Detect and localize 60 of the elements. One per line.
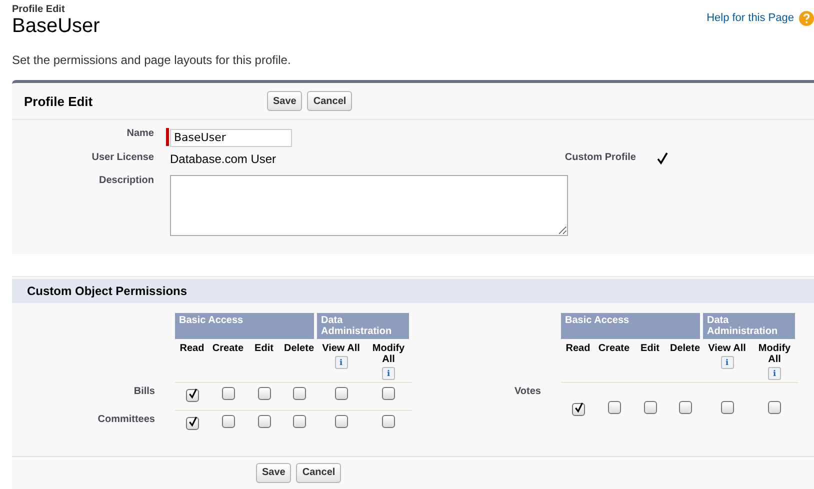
column-header: Delete <box>284 342 314 354</box>
column-header: Modify All <box>372 342 405 364</box>
section-heading: Custom Object Permissions <box>27 284 188 298</box>
checkbox[interactable] <box>768 400 781 414</box>
checkbox[interactable] <box>186 417 198 430</box>
field-label: Name <box>126 128 154 139</box>
info-icon[interactable]: i <box>382 366 395 380</box>
checkbox[interactable] <box>572 403 584 416</box>
checkbox[interactable] <box>258 414 270 428</box>
cancel-button[interactable]: Cancel <box>307 91 352 111</box>
column-header: Edit <box>254 342 274 354</box>
checkbox[interactable] <box>292 386 306 400</box>
column-header: View All <box>708 342 746 354</box>
object-name: Votes <box>514 384 542 398</box>
info-icon[interactable]: i <box>768 366 781 380</box>
checkbox[interactable] <box>186 389 198 402</box>
page-title: BaseUser <box>12 15 100 37</box>
checkbox[interactable] <box>644 400 656 414</box>
field-label: Description <box>98 174 154 186</box>
column-header: Read <box>566 342 590 354</box>
info-icon[interactable]: i <box>720 356 734 368</box>
column-header: Edit <box>640 342 660 354</box>
checkbox[interactable] <box>334 386 348 400</box>
checkbox[interactable] <box>292 414 306 428</box>
column-header: Delete <box>670 342 700 354</box>
section-heading: Profile Edit <box>24 94 94 108</box>
name-field[interactable]: BaseUser <box>170 128 292 146</box>
save-button[interactable]: Save <box>267 91 302 111</box>
group-header: Basic Access <box>175 312 317 338</box>
breadcrumb: Profile Edit <box>12 4 66 15</box>
help-link[interactable]: Help for this Page <box>706 10 814 26</box>
description-field[interactable] <box>170 174 568 236</box>
group-header: Basic Access <box>561 312 703 338</box>
object-name: Committees <box>96 412 156 426</box>
column-header: Read <box>180 342 204 354</box>
object-name: Bills <box>132 384 156 398</box>
checkbox[interactable] <box>678 400 692 414</box>
cancel-button[interactable]: Cancel <box>296 462 342 482</box>
column-header: View All <box>322 342 360 354</box>
checkbox[interactable] <box>222 386 234 400</box>
column-header: Create <box>598 342 630 354</box>
checkbox[interactable] <box>334 414 348 428</box>
checkbox[interactable] <box>720 400 734 414</box>
checkbox[interactable] <box>382 386 395 400</box>
required-marker <box>166 128 169 146</box>
info-icon[interactable]: i <box>334 356 348 368</box>
checkbox[interactable] <box>258 386 270 400</box>
column-header: Modify All <box>758 342 791 364</box>
group-header: Data Administration <box>317 312 412 338</box>
group-header: Data Administration <box>703 312 798 338</box>
field-label: User License <box>90 152 154 162</box>
checkmark-icon <box>656 152 669 164</box>
checkbox[interactable] <box>608 400 620 414</box>
save-button[interactable]: Save <box>256 462 292 482</box>
column-header: Create <box>212 342 244 354</box>
intro-text: Set the permissions and page layouts for this profile. <box>11 52 292 67</box>
field-label: Custom Profile <box>564 152 636 162</box>
field-value: Database.com User <box>170 152 278 166</box>
checkbox[interactable] <box>382 414 395 428</box>
checkbox[interactable] <box>222 414 234 428</box>
